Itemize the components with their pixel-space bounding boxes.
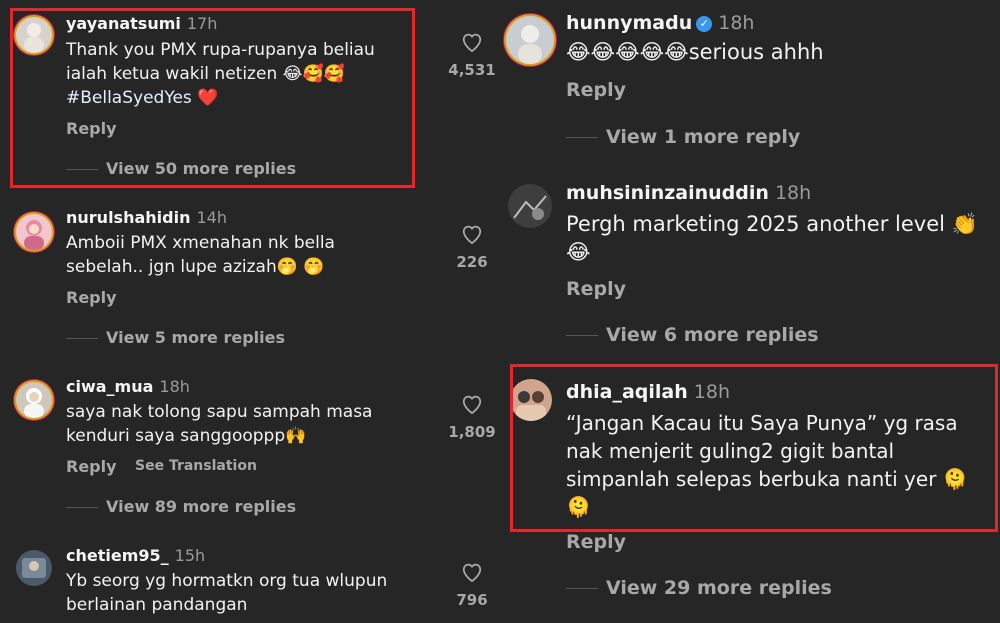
like-count: 796	[456, 591, 488, 609]
comment-username[interactable]: chetiem95_ 15h	[66, 546, 205, 565]
avatar-photo-icon	[24, 388, 44, 418]
replies-divider	[566, 588, 598, 589]
avatar[interactable]	[16, 550, 52, 586]
view-replies-label[interactable]: View 6 more replies	[606, 324, 819, 346]
comment-text-line: saya nak tolong sapu sampah masa	[66, 402, 373, 422]
comment-timestamp: 18h	[774, 182, 812, 204]
avatar-photo-icon	[24, 220, 44, 250]
highlight-box	[10, 8, 415, 188]
view-more-replies-button[interactable]: View 6 more replies	[566, 324, 819, 346]
right-comment-panel: hunnymadu ✓ 18h 😂😂😂😂😂serious ahhh Reply Vi…	[500, 0, 1000, 623]
comment-item: ciwa_mua 18h saya nak tolong sapu sampah …	[0, 370, 500, 540]
comment-timestamp: 14h	[196, 208, 227, 227]
highlight-box	[510, 364, 998, 532]
comment-item: chetiem95_ 15h Yb seorg yg hormatkn org t…	[0, 540, 500, 623]
comment-text-line: berlainan pandangan	[66, 595, 248, 615]
view-more-replies-button[interactable]: View 1 more reply	[566, 126, 800, 148]
replies-divider	[66, 338, 98, 339]
comment-text-line: Pergh marketing 2025 another level 👏	[566, 212, 978, 236]
like-count: 4,531	[448, 61, 496, 79]
reply-button[interactable]: Reply	[566, 278, 626, 300]
like-button[interactable]: 796	[440, 562, 500, 609]
like-button[interactable]: 226	[440, 224, 500, 271]
comment-timestamp: 15h	[174, 546, 206, 565]
avatar[interactable]	[508, 184, 552, 228]
reply-button[interactable]: Reply	[566, 79, 626, 101]
replies-divider	[566, 137, 598, 138]
comment-text-line: Yb seorg yg hormatkn org tua wlupun	[66, 571, 388, 591]
comment-text-line: 😂	[566, 240, 591, 264]
view-replies-label[interactable]: View 1 more reply	[606, 126, 800, 148]
reply-button[interactable]: Reply	[66, 457, 117, 476]
avatar-photo-icon	[22, 558, 46, 578]
comment-item: hunnymadu ✓ 18h 😂😂😂😂😂serious ahhh Reply Vi…	[500, 0, 1000, 170]
username-text[interactable]: nurulshahidin	[66, 208, 190, 227]
comment-username[interactable]: ciwa_mua 18h	[66, 377, 190, 396]
replies-divider	[66, 507, 98, 508]
username-text[interactable]: ciwa_mua	[66, 377, 153, 396]
reply-button[interactable]: Reply	[66, 288, 117, 307]
like-button[interactable]: 4,531	[440, 32, 500, 79]
comment-username[interactable]: hunnymadu ✓ 18h	[566, 12, 754, 34]
reply-button[interactable]: Reply	[566, 531, 626, 553]
comment-text-line: kenduri saya sanggooppp🙌	[66, 426, 307, 446]
heart-icon[interactable]	[461, 394, 483, 414]
comment-username[interactable]: muhsininzainuddin 18h	[566, 182, 811, 204]
comment-text-line: 😂😂😂😂😂serious ahhh	[566, 40, 824, 64]
avatar[interactable]	[16, 382, 52, 418]
comment-text-line: sebelah.. jgn lupe azizah🤭 🤭	[66, 257, 325, 277]
comment-item: nurulshahidin 14h Amboii PMX xmenahan nk …	[0, 200, 500, 370]
verified-badge-icon: ✓	[696, 15, 713, 32]
see-translation-button[interactable]: See Translation	[135, 458, 257, 474]
avatar-photo-icon	[513, 195, 547, 220]
view-more-replies-button[interactable]: View 89 more replies	[66, 497, 296, 516]
username-text[interactable]: muhsininzainuddin	[566, 182, 769, 204]
like-button[interactable]: 1,809	[440, 394, 500, 441]
username-text[interactable]: hunnymadu	[566, 12, 692, 34]
like-count: 226	[456, 253, 488, 271]
comment-item: muhsininzainuddin 18h Pergh marketing 202…	[500, 170, 1000, 360]
view-replies-label[interactable]: View 89 more replies	[106, 497, 296, 516]
avatar[interactable]	[16, 214, 52, 250]
view-more-replies-button[interactable]: View 5 more replies	[66, 328, 285, 347]
avatar[interactable]	[506, 16, 554, 64]
like-count: 1,809	[448, 423, 496, 441]
comment-timestamp: 18h	[159, 377, 190, 396]
comment-username[interactable]: nurulshahidin 14h	[66, 208, 227, 227]
heart-icon[interactable]	[461, 224, 483, 244]
comment-text-line: Amboii PMX xmenahan nk bella	[66, 233, 335, 253]
left-comment-panel: yayanatsumi 17h Thank you PMX rupa-rupany…	[0, 0, 500, 623]
username-text[interactable]: chetiem95_	[66, 546, 169, 565]
heart-icon[interactable]	[461, 32, 483, 52]
heart-icon[interactable]	[461, 562, 483, 582]
view-replies-label[interactable]: View 5 more replies	[106, 328, 285, 347]
view-replies-label[interactable]: View 29 more replies	[606, 577, 832, 599]
avatar-photo-icon	[518, 25, 542, 64]
replies-divider	[566, 335, 598, 336]
view-more-replies-button[interactable]: View 29 more replies	[566, 577, 832, 599]
comment-timestamp: 18h	[718, 12, 755, 34]
